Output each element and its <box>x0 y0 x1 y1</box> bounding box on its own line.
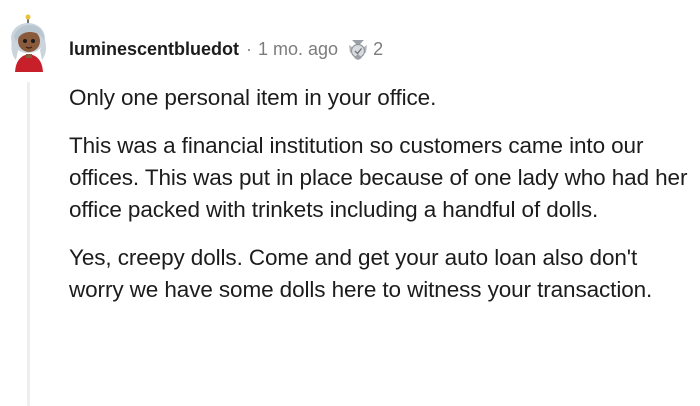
comment-timestamp[interactable]: 1 mo. ago <box>258 39 338 60</box>
meta-separator: · <box>246 38 253 59</box>
user-avatar[interactable] <box>6 14 52 72</box>
comment: luminescentbluedot · 1 mo. ago 2 Only on… <box>0 0 700 406</box>
comment-meta: luminescentbluedot · 1 mo. ago 2 <box>69 36 383 62</box>
comment-body: Only one personal item in your office. T… <box>69 82 689 322</box>
comment-paragraph-2: This was a financial institution so cust… <box>69 133 688 222</box>
comment-paragraph-1: Only one personal item in your office. <box>69 85 437 110</box>
comment-paragraph-3: Yes, creepy dolls. Come and get your aut… <box>69 245 653 302</box>
award-badge[interactable]: 2 <box>346 37 383 61</box>
thread-line[interactable] <box>27 82 30 406</box>
award-count: 2 <box>373 38 384 59</box>
silver-award-icon <box>346 37 370 61</box>
avatar-icon <box>11 14 46 72</box>
author-username[interactable]: luminescentbluedot <box>69 39 239 60</box>
